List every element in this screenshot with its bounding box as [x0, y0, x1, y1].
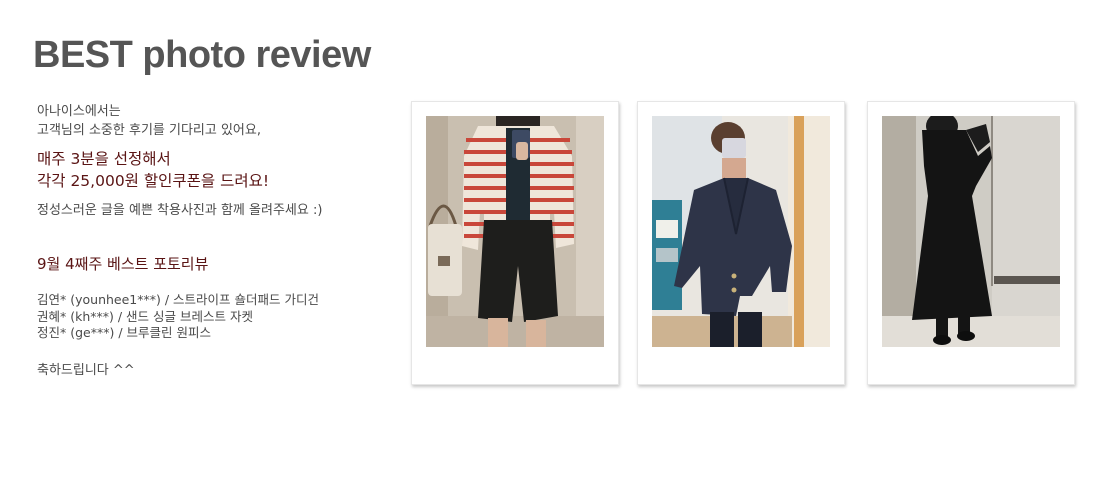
intro-note: 정성스러운 글을 예쁜 착용사진과 함께 올려주세요 :) [37, 203, 323, 218]
week-title: 9월 4째주 베스트 포토리뷰 [37, 255, 209, 273]
congrats-text: 축하드립니다 ^^ [37, 362, 135, 378]
intro-panel: 아나이스에서는 고객님의 소중한 후기를 기다리고 있어요, 매주 3분을 선정… [37, 102, 397, 380]
review-photo-2[interactable] [652, 116, 830, 347]
intro-line-2: 고객님의 소중한 후기를 기다리고 있어요, [37, 123, 261, 138]
winner-item: 정진* (ge***) / 브루클린 원피스 [37, 325, 211, 340]
review-photo-card-2[interactable] [637, 101, 845, 385]
winner-item: 권혜* (kh***) / 샌드 싱글 브레스트 자켓 [37, 308, 253, 324]
winner-item: 김연* (younhee1***) / 스트라이프 숄더패드 가디건 [37, 292, 319, 307]
review-photo-card-1[interactable] [411, 101, 619, 385]
winner-list: 김연* (younhee1***) / 스트라이프 숄더패드 가디건 권혜* (… [37, 292, 397, 342]
review-photo-3[interactable] [882, 116, 1060, 347]
review-photo-card-3[interactable] [867, 101, 1075, 385]
highlight-line-2: 각각 25,000원 할인쿠폰을 드려요! [37, 172, 270, 190]
review-photo-1[interactable] [426, 116, 604, 347]
page-title: BEST photo review [33, 34, 371, 76]
highlight-line-1: 매주 3분을 선정해서 [37, 150, 171, 168]
intro-line-1: 아나이스에서는 [37, 104, 121, 119]
